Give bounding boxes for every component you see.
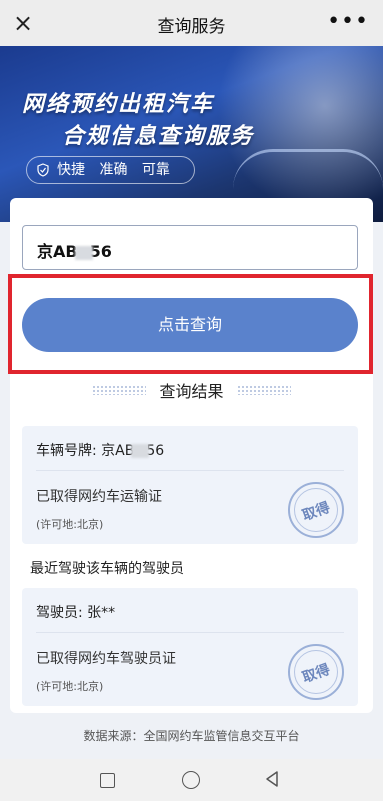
more-options-icon[interactable]: •••	[327, 9, 369, 34]
shield-icon	[37, 163, 49, 177]
page-title: 查询服务	[157, 17, 226, 37]
banner-tag: 快捷 准确 可靠	[26, 156, 195, 184]
obtained-stamp-icon: 取得	[288, 482, 344, 538]
home-icon[interactable]	[182, 771, 200, 789]
driver-permit-place: (许可地:北京)	[36, 680, 104, 693]
system-nav-bar	[0, 759, 383, 801]
divider	[36, 632, 344, 633]
vehicle-license-status: 已取得网约车运输证	[36, 489, 162, 505]
vehicle-permit-place: (许可地:北京)	[36, 518, 104, 531]
top-bar: × 查询服务 •••	[0, 0, 383, 46]
service-banner: 网络预约出租汽车 合规信息查询服务 快捷 准确 可靠	[0, 46, 383, 222]
driver-name: 驾驶员: 张**	[36, 605, 116, 621]
banner-title-line1: 网络预约出租汽车	[22, 92, 215, 117]
plate-number-input[interactable]: 京AB 56	[22, 225, 358, 270]
data-source-note: 数据来源：全国网约车监管信息交互平台	[83, 729, 300, 743]
vehicle-plate: 车辆号牌: 京AB 56	[36, 443, 165, 459]
back-icon[interactable]	[262, 769, 282, 789]
result-title: 查询结果	[159, 382, 224, 401]
tag-accurate: 准确	[99, 162, 128, 178]
driver-license-status: 已取得网约车驾驶员证	[36, 651, 176, 667]
redaction-blur	[74, 245, 93, 260]
recent-drivers-label: 最近驾驶该车辆的驾驶员	[30, 561, 184, 577]
vehicle-info-box: 车辆号牌: 京AB 56 已取得网约车运输证 (许可地:北京) 取得	[22, 426, 358, 544]
plate-number-value: 京AB 56	[37, 242, 112, 261]
tag-reliable: 可靠	[141, 162, 170, 178]
divider	[36, 470, 344, 471]
banner-title-line2: 合规信息查询服务	[62, 124, 255, 149]
driver-info-box: 驾驶员: 张** 已取得网约车驾驶员证 (许可地:北京) 取得	[22, 588, 358, 706]
obtained-stamp-icon: 取得	[288, 644, 344, 700]
query-button[interactable]: 点击查询	[22, 298, 358, 352]
tag-fast: 快捷	[57, 162, 85, 178]
title-dots-right	[237, 385, 291, 395]
recent-apps-icon[interactable]	[100, 773, 115, 788]
redaction-blur	[131, 444, 150, 458]
